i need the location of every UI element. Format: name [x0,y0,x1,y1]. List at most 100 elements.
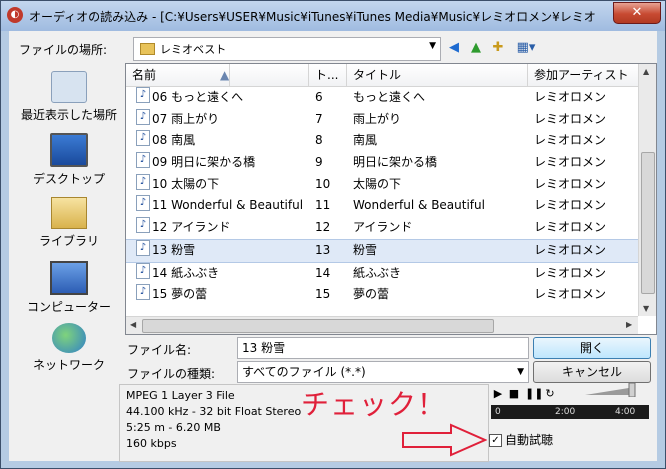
cell-title: アイランド [353,220,413,235]
play-icon[interactable]: ▶ [491,387,505,401]
new-folder-icon[interactable]: ✚ [489,39,507,57]
place-recent[interactable]: 最近表示した場所 [13,71,125,123]
cell-title: 粉雪 [353,242,378,257]
audio-file-icon: ♪ [136,195,150,212]
column-header-row: 名前 ▲ ト... タイトル 参加アーティスト [126,64,638,87]
vertical-scrollbar[interactable]: ▲ ▼ [638,64,656,316]
cell-track: 8 [315,133,323,148]
cell-name: 11 Wonderful & Beautiful [152,198,302,213]
scroll-left-icon[interactable]: ◀ [130,320,136,329]
loop-icon[interactable]: ↻ [543,387,557,401]
file-rows: ♪ 06 もっと遠くへ 6 もっと遠くへ レミオロメン ♪ 07 雨上がり 7 雨上がり レミオロ… [126,87,638,306]
place-label: ネットワーク [32,358,105,372]
autoplay-label: 自動試聴 [505,433,554,447]
stop-icon[interactable]: ■ [507,387,521,401]
table-row[interactable]: ♪ 08 南風 8 南風 レミオロメン [126,130,638,152]
audio-file-icon: ♪ [136,87,150,103]
cancel-button[interactable]: キャンセル [533,361,651,383]
view-menu-icon[interactable]: ▦▾ [513,39,539,57]
column-header-track[interactable]: ト... [309,64,347,86]
vertical-scroll-thumb[interactable] [641,152,655,294]
cell-name: 09 明日に架かる橋 [152,155,256,170]
audio-file-icon: ♪ [136,130,150,147]
scroll-down-icon[interactable]: ▼ [643,304,649,313]
cell-name: 13 粉雪 [152,242,196,257]
cell-title: 南風 [353,133,378,148]
table-row[interactable]: ♪ 14 紙ふぶき 14 紙ふぶき レミオロメン [126,262,638,285]
place-library[interactable]: ライブラリ [13,197,125,249]
audio-file-icon: ♪ [136,284,150,301]
info-sample-rate: 44.100 kHz - 32 bit Float Stereo [126,405,302,418]
place-label: デスクトップ [32,172,105,186]
cell-artist: レミオロメン [534,287,607,302]
annotation-arrow [402,423,487,457]
autoplay-checkbox[interactable]: ✓ 自動試聴 [489,431,553,448]
up-folder-icon[interactable]: ▲ [467,39,485,57]
cell-title: 太陽の下 [353,176,402,191]
timeline-tick: 0 [495,407,501,417]
computer-icon [50,261,88,295]
filetype-value: すべてのファイル (*.*) [242,365,366,379]
close-button[interactable]: ✕ [613,2,661,24]
scroll-right-icon[interactable]: ▶ [626,320,632,329]
table-row[interactable]: ♪ 11 Wonderful & Beautiful 11 Wonderful & B… [126,195,638,217]
table-row[interactable]: ♪ 12 アイランド 12 アイランド レミオロメン [126,217,638,239]
column-header-artist[interactable]: 参加アーティスト [528,64,638,86]
audio-file-icon: ♪ [136,152,150,169]
desktop-icon [50,133,88,167]
chevron-down-icon: ▼ [429,41,436,51]
table-row[interactable]: ♪ 07 雨上がり 7 雨上がり レミオロメン [126,108,638,131]
cell-artist: レミオロメン [534,198,607,213]
place-network[interactable]: ネットワーク [13,323,125,373]
dialog-body: ファイルの場所: レミオベスト ▼ ◀ ▲ ✚ ▦▾ 最近表示した場所 デスクト… [9,31,657,462]
cell-track: 13 [315,242,331,257]
cell-artist: レミオロメン [534,242,607,257]
chevron-down-icon: ▼ [517,367,524,377]
pause-icon[interactable]: ❚❚ [525,387,543,401]
audio-file-icon: ♪ [136,108,150,125]
cell-artist: レミオロメン [534,176,607,191]
network-icon [52,323,86,353]
place-computer[interactable]: コンピューター [13,261,125,315]
open-button[interactable]: 開く [533,337,651,359]
scroll-up-icon[interactable]: ▲ [643,67,649,76]
filename-label: ファイル名: [127,343,192,357]
cell-track: 7 [315,111,323,126]
app-icon: ◐ [7,7,23,23]
column-header-title[interactable]: タイトル [347,64,528,86]
info-format: MPEG 1 Layer 3 File [126,389,235,402]
cell-artist: レミオロメン [534,133,607,148]
volume-slider[interactable] [585,383,643,397]
timeline-tick: 2:00 [555,407,576,417]
table-row[interactable]: ♪ 15 夢の蕾 15 夢の蕾 レミオロメン [126,284,638,306]
horizontal-scrollbar[interactable]: ◀ ▶ [126,316,638,334]
table-row[interactable]: ♪ 13 粉雪 13 粉雪 レミオロメン [126,238,638,263]
location-dropdown[interactable]: レミオベスト ▼ [133,37,441,61]
cell-track: 11 [315,198,331,213]
sort-ascending-icon: ▲ [214,64,231,86]
cell-track: 12 [315,220,331,235]
window-title: オーディオの読み込み - [C:¥Users¥USER¥Music¥iTunes… [29,10,596,24]
table-row[interactable]: ♪ 06 もっと遠くへ 6 もっと遠くへ レミオロメン [126,87,638,109]
cell-name: 12 アイランド [152,220,231,235]
cell-track: 14 [315,265,331,280]
location-label: ファイルの場所: [19,43,108,57]
place-desktop[interactable]: デスクトップ [13,133,125,187]
folder-icon [140,43,155,55]
horizontal-scroll-thumb[interactable] [142,319,494,333]
audio-file-icon: ♪ [136,262,150,279]
cell-artist: レミオロメン [534,265,607,280]
table-row[interactable]: ♪ 09 明日に架かる橋 9 明日に架かる橋 レミオロメン [126,152,638,174]
cell-name: 08 南風 [152,133,196,148]
cell-track: 15 [315,287,331,302]
table-row[interactable]: ♪ 10 太陽の下 10 太陽の下 レミオロメン [126,173,638,196]
file-list: 名前 ▲ ト... タイトル 参加アーティスト ♪ 06 もっと遠くへ 6 もっと遠く… [125,63,657,335]
filetype-dropdown[interactable]: すべてのファイル (*.*) ▼ [237,361,529,383]
cell-title: 夢の蕾 [353,287,390,302]
cell-name: 07 雨上がり [152,111,220,126]
filename-input[interactable]: 13 粉雪 [237,337,529,359]
playback-timeline[interactable]: 0 2:00 4:00 [491,405,649,419]
back-icon[interactable]: ◀ [445,39,463,57]
cell-title: Wonderful & Beautiful [353,198,485,213]
cell-track: 6 [315,90,323,104]
